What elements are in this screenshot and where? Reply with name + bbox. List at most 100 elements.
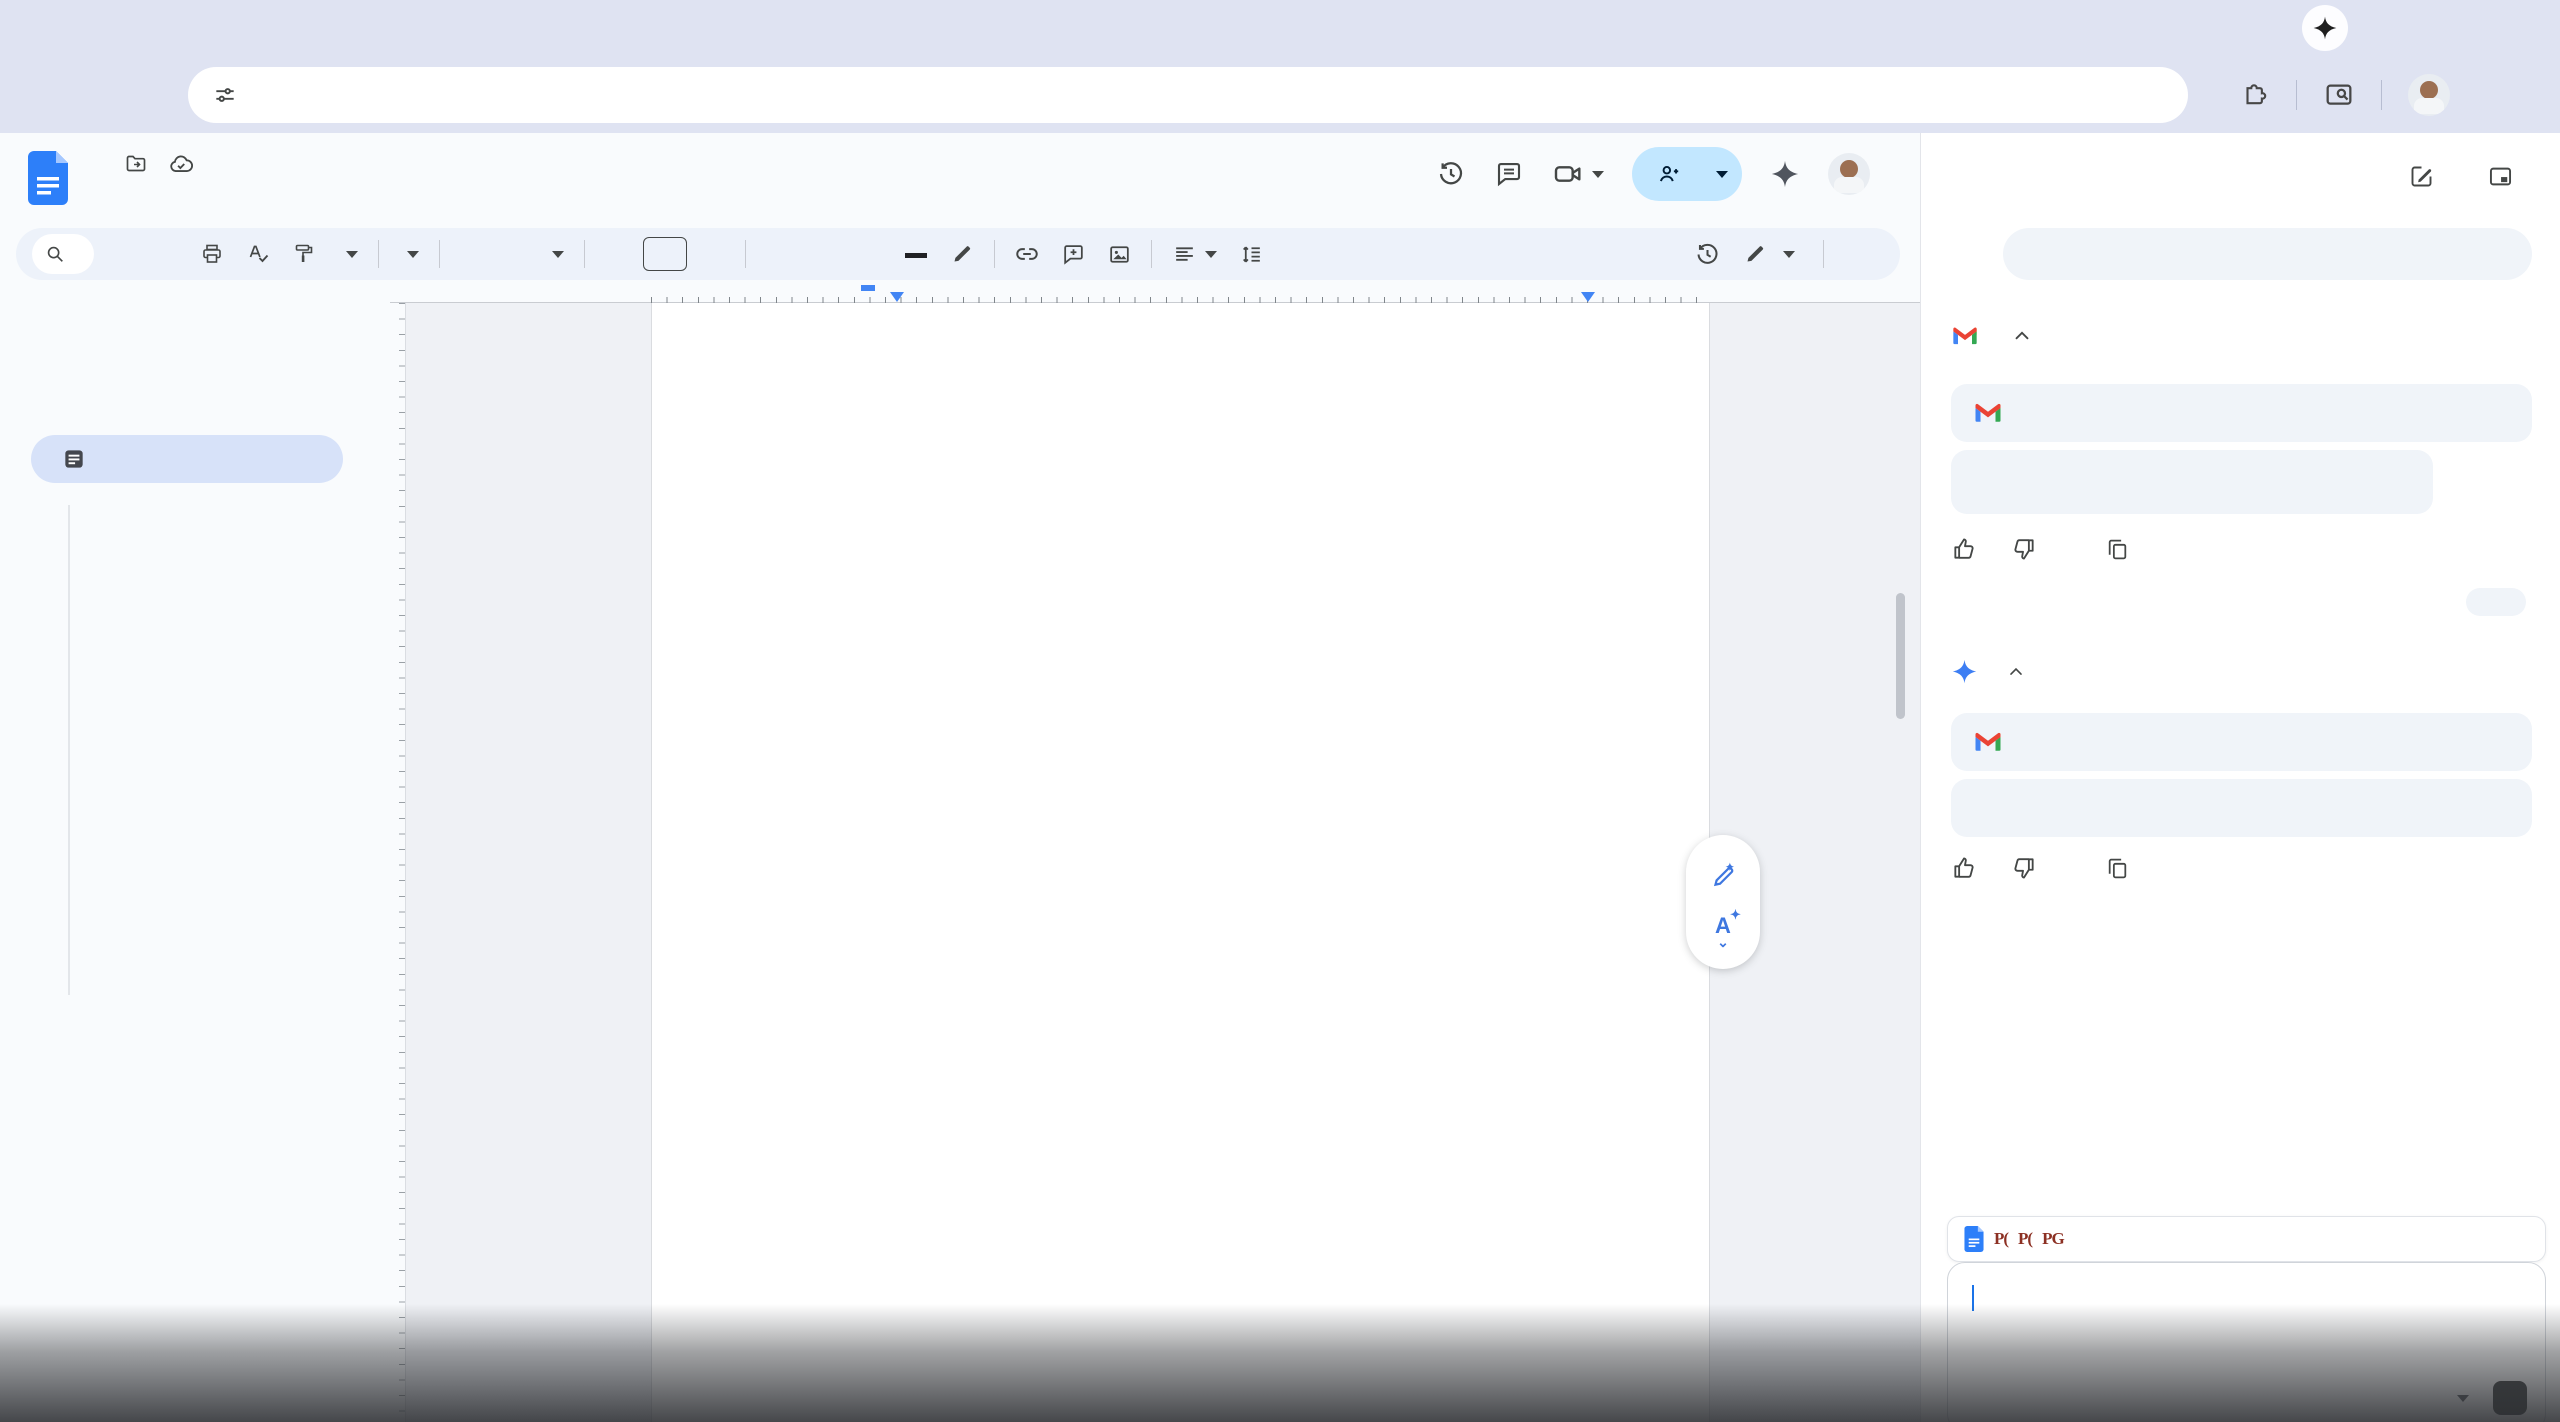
share-button[interactable] bbox=[1632, 147, 1742, 201]
add-comment-button[interactable] bbox=[1053, 234, 1093, 274]
maximize-button[interactable] bbox=[2436, 0, 2498, 56]
gmail-chip[interactable] bbox=[1951, 384, 2532, 442]
person-add-icon bbox=[1656, 161, 1682, 187]
paragraph-style-select[interactable] bbox=[391, 251, 427, 258]
side-panel-search-icon[interactable] bbox=[2323, 79, 2355, 111]
feedback-row bbox=[1951, 855, 2532, 881]
site-settings-icon[interactable] bbox=[212, 82, 238, 108]
line-spacing-button[interactable] bbox=[1231, 234, 1271, 274]
open-in-editor-icon[interactable] bbox=[2408, 163, 2435, 190]
docs-toolbar bbox=[16, 228, 1900, 280]
gemini-chat-input[interactable] bbox=[1947, 1262, 2546, 1422]
editing-mode-select[interactable] bbox=[1735, 242, 1803, 266]
outline-guide-line bbox=[68, 505, 70, 995]
docs-profile-avatar[interactable] bbox=[1828, 153, 1870, 195]
document-scrollbar[interactable] bbox=[1896, 593, 1905, 719]
copy-icon[interactable] bbox=[2105, 856, 2130, 881]
gmail-chip bbox=[1951, 713, 2532, 771]
user-send-bubble bbox=[2466, 588, 2526, 616]
spellcheck-icon bbox=[246, 242, 270, 266]
proofread-icon[interactable]: A✦⌄ bbox=[1715, 913, 1731, 945]
docs-logo-icon[interactable] bbox=[28, 151, 68, 205]
insert-image-button[interactable] bbox=[1099, 234, 1139, 274]
url-row bbox=[0, 56, 2560, 133]
italic-button[interactable] bbox=[804, 234, 844, 274]
forward-button[interactable] bbox=[68, 67, 124, 123]
docs-main: A✦⌄ bbox=[0, 283, 1920, 1422]
bold-button[interactable] bbox=[758, 234, 798, 274]
document-canvas: A✦⌄ bbox=[390, 283, 1920, 1422]
sparkle-icon bbox=[2312, 15, 2338, 41]
omnibox[interactable] bbox=[188, 67, 2188, 123]
collapse-toolbar-button[interactable] bbox=[1844, 234, 1884, 274]
horizontal-ruler[interactable] bbox=[390, 283, 1920, 303]
comment-add-icon bbox=[1061, 242, 1086, 267]
font-size-field[interactable] bbox=[643, 237, 687, 271]
meet-button[interactable] bbox=[1552, 158, 1604, 190]
divider bbox=[2381, 80, 2382, 110]
vertical-ruler bbox=[390, 303, 406, 1422]
align-left-icon bbox=[1172, 242, 1197, 267]
font-size-decrease[interactable] bbox=[597, 234, 637, 274]
document-page[interactable] bbox=[651, 303, 1710, 1422]
browser-chrome bbox=[0, 0, 2560, 133]
underline-button[interactable] bbox=[850, 234, 890, 274]
move-folder-icon[interactable] bbox=[124, 152, 148, 176]
insert-link-button[interactable] bbox=[1007, 234, 1047, 274]
activity-clock-icon[interactable] bbox=[1694, 241, 1721, 268]
doc-tab-item[interactable] bbox=[31, 435, 343, 483]
window-controls bbox=[2302, 0, 2560, 56]
gemini-sparkle-icon[interactable] bbox=[1770, 159, 1800, 189]
spellcheck-button[interactable] bbox=[238, 234, 278, 274]
pencil-icon bbox=[1743, 242, 1767, 266]
paint-format-button[interactable] bbox=[284, 234, 324, 274]
browser-profile-avatar[interactable] bbox=[2408, 74, 2450, 116]
gmail-tool-section[interactable] bbox=[1951, 658, 2532, 685]
back-button[interactable] bbox=[12, 67, 68, 123]
text-cursor bbox=[1972, 1285, 1974, 1311]
model-selector[interactable] bbox=[2449, 1395, 2469, 1402]
zoom-select[interactable] bbox=[330, 251, 366, 258]
help-me-write-icon[interactable] bbox=[1708, 859, 1738, 889]
chevron-down-icon bbox=[1783, 251, 1795, 258]
align-button[interactable] bbox=[1164, 242, 1225, 267]
divider bbox=[2296, 80, 2297, 110]
right-indent-marker[interactable] bbox=[1581, 292, 1595, 302]
cloud-status-icon[interactable] bbox=[168, 151, 194, 177]
highlighter-icon bbox=[950, 242, 974, 266]
menus-search-button[interactable] bbox=[32, 234, 94, 274]
comments-icon[interactable] bbox=[1494, 159, 1524, 189]
chevron-down-icon[interactable] bbox=[1716, 171, 1728, 178]
sharing-tabs-chip[interactable]: P( P( PG bbox=[1947, 1216, 2546, 1262]
undo-button[interactable] bbox=[100, 234, 140, 274]
thumb-down-icon[interactable] bbox=[2011, 536, 2037, 562]
close-window-button[interactable] bbox=[2498, 0, 2560, 56]
thumb-down-icon[interactable] bbox=[2011, 855, 2037, 881]
left-indent-marker[interactable] bbox=[890, 292, 904, 302]
sparkle-icon bbox=[1951, 658, 1978, 685]
thumb-up-icon[interactable] bbox=[1951, 536, 1977, 562]
reload-button[interactable] bbox=[124, 67, 180, 123]
font-size-increase[interactable] bbox=[693, 234, 733, 274]
gemini-taskbar-icon[interactable] bbox=[2302, 5, 2348, 51]
document-tabs-panel bbox=[0, 283, 390, 1422]
version-history-icon[interactable] bbox=[1436, 159, 1466, 189]
highlight-button[interactable] bbox=[942, 234, 982, 274]
text-color-button[interactable] bbox=[896, 234, 936, 274]
open-in-window-icon[interactable] bbox=[2487, 163, 2514, 190]
thumb-up-icon[interactable] bbox=[1951, 855, 1977, 881]
print-button[interactable] bbox=[192, 234, 232, 274]
extensions-icon[interactable] bbox=[2240, 80, 2270, 110]
first-line-indent-marker[interactable] bbox=[861, 285, 875, 291]
send-stop-button[interactable] bbox=[2493, 1381, 2527, 1415]
writing-tools-pill: A✦⌄ bbox=[1686, 835, 1760, 969]
chevron-up-icon bbox=[2006, 662, 2026, 682]
redo-button[interactable] bbox=[146, 234, 186, 274]
sent-email-card[interactable] bbox=[1951, 713, 2532, 837]
copy-icon[interactable] bbox=[2105, 537, 2130, 562]
draft-subject-chip[interactable] bbox=[1951, 450, 2433, 514]
font-select[interactable] bbox=[452, 251, 572, 258]
minimize-button[interactable] bbox=[2374, 0, 2436, 56]
show-thinking-toggle[interactable] bbox=[1951, 322, 2532, 350]
gmail-icon bbox=[1973, 727, 2003, 757]
